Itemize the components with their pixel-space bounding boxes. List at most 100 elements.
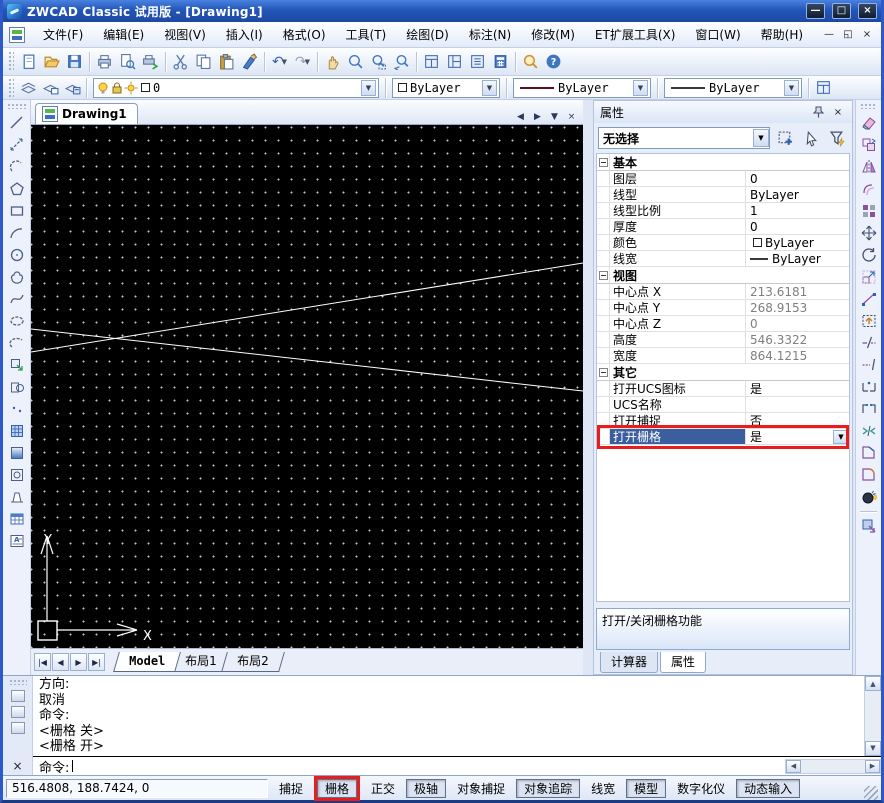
property-group-basic[interactable]: 基本 (597, 154, 849, 171)
open-button[interactable] (40, 50, 63, 73)
tab-calculator[interactable]: 计算器 (600, 652, 658, 673)
property-row-linetype-scale[interactable]: 线型比例1 (597, 203, 849, 219)
layout-first-button[interactable]: |◀ (34, 653, 51, 671)
layer-combo[interactable]: 0 ▼ (93, 78, 379, 98)
fillet-button[interactable] (858, 464, 880, 486)
window-maximize-button[interactable]: □ (832, 3, 851, 19)
mdi-minimize-button[interactable]: — (821, 28, 837, 42)
gradient-button[interactable] (6, 442, 28, 464)
toggle-pickadd-button[interactable] (826, 128, 848, 149)
table-button[interactable] (6, 508, 28, 530)
status-toggle-osnap[interactable]: 对象捕捉 (449, 779, 513, 798)
tab-scroll-right-icon[interactable]: ▶ (530, 109, 545, 124)
chamfer-button[interactable] (858, 442, 880, 464)
layer-combo-arrow[interactable]: ▼ (361, 80, 376, 96)
spline-button[interactable] (6, 288, 28, 310)
command-horizontal-scrollbar[interactable]: ◀ ▶ (785, 759, 881, 774)
property-row-layer[interactable]: 图层0 (597, 171, 849, 187)
command-dock-icon-1[interactable] (11, 690, 25, 702)
revision-cloud-button[interactable] (6, 266, 28, 288)
status-toggle-model[interactable]: 模型 (626, 779, 666, 798)
scroll-right-icon[interactable]: ▶ (865, 760, 880, 773)
property-row-center-x[interactable]: 中心点 X213.6181 (597, 284, 849, 300)
toolbar-gripper[interactable] (860, 103, 878, 109)
circle-button[interactable] (6, 244, 28, 266)
region-button[interactable] (6, 464, 28, 486)
scroll-down-icon[interactable]: ▼ (865, 741, 881, 756)
menu-dimension[interactable]: 标注(N) (459, 24, 521, 46)
zoom-previous-button[interactable] (390, 50, 413, 73)
command-prompt[interactable]: 命令: (39, 757, 69, 776)
tab-properties[interactable]: 属性 (660, 652, 706, 673)
property-row-center-y[interactable]: 中心点 Y268.9153 (597, 300, 849, 316)
move-button[interactable] (858, 222, 880, 244)
ellipse-button[interactable] (6, 310, 28, 332)
property-row-grid-on[interactable]: 打开栅格是▼ (597, 429, 849, 445)
layout-last-button[interactable]: ▶| (88, 653, 105, 671)
status-toggle-ortho[interactable]: 正交 (363, 779, 403, 798)
property-row-color[interactable]: 颜色ByLayer (597, 235, 849, 251)
menu-format[interactable]: 格式(O) (273, 24, 336, 46)
polyline-button[interactable] (6, 156, 28, 178)
insert-block-button[interactable] (6, 354, 28, 376)
command-dock-icon-3[interactable] (11, 722, 25, 734)
zoom-realtime-button[interactable] (344, 50, 367, 73)
tab-list-icon[interactable]: ▼ (547, 109, 562, 124)
layout-next-button[interactable]: ▶ (70, 653, 87, 671)
select-objects-button[interactable] (800, 128, 822, 149)
menu-draw[interactable]: 绘图(D) (396, 24, 459, 46)
menu-modify[interactable]: 修改(M) (521, 24, 585, 46)
status-toggle-lineweight[interactable]: 线宽 (583, 779, 623, 798)
property-row-linetype[interactable]: 线型ByLayer (597, 187, 849, 203)
lineweight-combo[interactable]: ByLayer ▼ (664, 78, 802, 98)
tab-close-icon[interactable]: × (564, 109, 579, 124)
copy-button[interactable] (192, 50, 215, 73)
tab-model[interactable]: Model (113, 652, 181, 672)
rectangle-button[interactable] (6, 200, 28, 222)
calculator-button[interactable] (489, 50, 512, 73)
property-row-height[interactable]: 高度546.3322 (597, 332, 849, 348)
ellipse-arc-button[interactable] (6, 332, 28, 354)
property-group-misc[interactable]: 其它 (597, 364, 849, 381)
property-row-center-z[interactable]: 中心点 Z0 (597, 316, 849, 332)
trim-button[interactable] (858, 332, 880, 354)
linetype-combo-arrow[interactable]: ▼ (633, 80, 648, 96)
paste-button[interactable] (215, 50, 238, 73)
arc-button[interactable] (6, 222, 28, 244)
document-tab-drawing1[interactable]: Drawing1 (35, 103, 138, 124)
mtext-button[interactable]: A (6, 530, 28, 552)
property-row-lineweight[interactable]: 线宽ByLayer (597, 251, 849, 267)
property-group-view[interactable]: 视图 (597, 267, 849, 284)
command-vertical-scrollbar[interactable]: ▲ ▼ (864, 676, 881, 756)
status-toggle-tablet[interactable]: 数字化仪 (669, 779, 733, 798)
explode-button[interactable] (858, 486, 880, 508)
panel-close-icon[interactable]: × (830, 105, 846, 120)
find-button[interactable] (519, 50, 542, 73)
property-row-thickness[interactable]: 厚度0 (597, 219, 849, 235)
status-toggle-polar[interactable]: 极轴 (406, 779, 446, 798)
command-close-icon[interactable]: × (12, 760, 22, 772)
scroll-left-icon[interactable]: ◀ (786, 760, 801, 773)
menu-view[interactable]: 视图(V) (154, 24, 216, 46)
edit-polyline-button[interactable] (858, 515, 880, 537)
selection-combo[interactable]: 无选择 ▼ (598, 127, 770, 149)
save-button[interactable] (63, 50, 86, 73)
print-preview-button[interactable] (116, 50, 139, 73)
window-minimize-button[interactable]: — (806, 3, 825, 19)
properties-toggle-button[interactable] (812, 78, 834, 98)
layer-previous-button[interactable] (39, 78, 61, 98)
layer-manager-button[interactable] (17, 78, 39, 98)
properties-palette-button[interactable] (420, 50, 443, 73)
property-row-snap-on[interactable]: 打开捕捉否 (597, 413, 849, 429)
array-button[interactable] (858, 200, 880, 222)
undo-button[interactable]: ↶▼ (268, 50, 291, 73)
color-combo-arrow[interactable]: ▼ (482, 80, 497, 96)
mdi-close-button[interactable]: × (859, 28, 875, 42)
undo-dropdown-icon[interactable]: ▼ (282, 58, 287, 66)
make-block-button[interactable] (6, 376, 28, 398)
pin-icon[interactable] (810, 105, 826, 120)
zoom-window-button[interactable] (367, 50, 390, 73)
tool-palettes-button[interactable] (466, 50, 489, 73)
erase-button[interactable] (858, 112, 880, 134)
cut-button[interactable] (169, 50, 192, 73)
